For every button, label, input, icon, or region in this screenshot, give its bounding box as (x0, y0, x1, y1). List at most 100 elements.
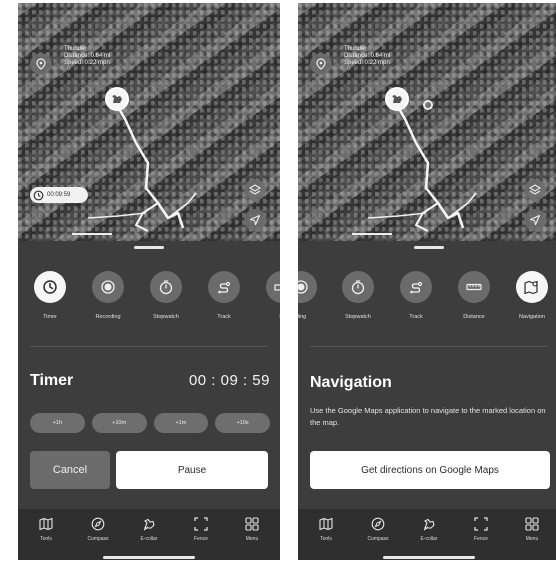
map-timer-text: 00:09:59 (47, 192, 71, 198)
tool-recording[interactable]: Recording (85, 271, 131, 320)
tool-distance[interactable]: Distance (451, 271, 497, 320)
map-timer-chip[interactable]: 00:09:59 (30, 187, 88, 203)
satellite-map[interactable]: Thunder Distance: 0.64 mi Speed: 0.22 mp… (18, 3, 280, 241)
bottom-navigation: Tools Compass E-collar Fence Menu (298, 509, 556, 560)
satellite-map[interactable]: Thunder Distance: 0.64 mi Speed: 0.22 mp… (298, 3, 556, 241)
section-title: Timer (30, 372, 74, 389)
track-icon (400, 271, 432, 303)
dog-distance: Distance: 0.64 mi (64, 53, 111, 59)
timer-countdown: 00 : 09 : 59 (188, 372, 270, 389)
map-scale-bar (72, 233, 112, 235)
sheet-drag-handle[interactable] (134, 246, 164, 249)
home-indicator (103, 556, 195, 559)
add-10m-button[interactable]: +10m (91, 413, 147, 433)
dog-speed: Speed: 0.22 mph (64, 60, 110, 66)
tool-track[interactable]: Track (201, 271, 247, 320)
ecollar-icon (141, 516, 157, 532)
home-indicator (383, 556, 475, 559)
timer-increment-buttons: +1h +10m +1m +10s (30, 413, 270, 433)
ecollar-icon (421, 516, 437, 532)
tool-label: Track (409, 314, 423, 320)
nav-menu[interactable]: Menu (512, 516, 552, 542)
phone-screen-timer: Thunder Distance: 0.64 mi Speed: 0.22 mp… (18, 3, 280, 560)
tool-timer[interactable]: Timer (27, 271, 73, 320)
ruler-icon (458, 271, 490, 303)
nav-tools[interactable]: Tools (306, 516, 346, 542)
pause-button[interactable]: Pause (116, 451, 268, 489)
tool-label: Recording (95, 314, 121, 320)
nav-fence[interactable]: Fence (181, 516, 221, 542)
nav-menu[interactable]: Menu (232, 516, 272, 542)
record-icon (298, 271, 317, 303)
tool-label: ding (298, 314, 307, 320)
target-location-marker[interactable] (423, 100, 433, 110)
dog-name: Thunder (64, 46, 87, 52)
record-icon (92, 271, 124, 303)
fence-icon (473, 516, 489, 532)
navigation-description: Use the Google Maps application to navig… (310, 406, 546, 427)
timer-icon (33, 190, 44, 200)
tool-navigation[interactable]: Navigation (509, 271, 555, 320)
tools-carousel[interactable]: Timer Recording Stopwatch Track (18, 271, 280, 333)
compass-icon (370, 516, 386, 532)
nav-compass[interactable]: Compass (78, 516, 118, 542)
sheet-drag-handle[interactable] (414, 246, 444, 249)
tool-label: Stopwatch (345, 314, 371, 320)
get-directions-button[interactable]: Get directions on Google Maps (310, 451, 550, 489)
tool-label: Navigation (519, 314, 545, 320)
tools-carousel[interactable]: ding Stopwatch Track Distance (298, 271, 556, 333)
map-icon (38, 516, 54, 532)
add-1m-button[interactable]: +1m (153, 413, 209, 433)
map-icon (318, 516, 334, 532)
stopwatch-icon (342, 271, 374, 303)
my-location-arrow-icon[interactable] (244, 209, 266, 231)
nav-label: Tools (320, 536, 332, 542)
tool-stopwatch[interactable]: Stopwatch (143, 271, 189, 320)
layers-icon[interactable] (524, 179, 546, 201)
grid-menu-icon (244, 516, 260, 532)
section-title: Navigation (310, 374, 392, 391)
dog-marker-icon[interactable] (105, 87, 129, 111)
nav-ecollar[interactable]: E-collar (409, 516, 449, 542)
nav-label: Compass (367, 536, 389, 542)
divider (310, 346, 548, 347)
map-pin-icon (516, 271, 548, 303)
nav-tools[interactable]: Tools (26, 516, 66, 542)
dog-info-overlay: Thunder Distance: 0.64 mi Speed: 0.22 mp… (64, 46, 110, 67)
nav-fence[interactable]: Fence (461, 516, 501, 542)
add-1h-button[interactable]: +1h (30, 413, 85, 433)
tool-distance-partial[interactable]: Di (259, 271, 280, 320)
fence-icon (193, 516, 209, 532)
tool-track[interactable]: Track (393, 271, 439, 320)
compass-icon (90, 516, 106, 532)
location-pin-icon[interactable] (310, 53, 332, 75)
track-path (367, 102, 477, 232)
nav-label: Menu (245, 536, 259, 542)
tool-label: Timer (43, 314, 57, 320)
nav-compass[interactable]: Compass (358, 516, 398, 542)
nav-ecollar[interactable]: E-collar (129, 516, 169, 542)
my-location-arrow-icon[interactable] (524, 209, 546, 231)
dog-marker-icon[interactable] (385, 87, 409, 111)
nav-label: Fence (474, 536, 488, 542)
tool-stopwatch[interactable]: Stopwatch (335, 271, 381, 320)
nav-label: E-collar (140, 536, 158, 542)
location-pin-icon[interactable] (30, 53, 52, 75)
map-scale-bar (352, 233, 392, 235)
bottom-navigation: Tools Compass E-collar Fence Menu (18, 509, 280, 560)
phone-screen-navigation: Thunder Distance: 0.64 mi Speed: 0.22 mp… (298, 3, 556, 560)
track-path (87, 102, 197, 232)
divider (30, 346, 268, 347)
bottom-sheet: ding Stopwatch Track Distance (298, 241, 556, 509)
tool-label: Stopwatch (153, 314, 179, 320)
dog-info-overlay: Thunder Distance: 0.64 mi Speed: 0.22 mp… (344, 46, 390, 67)
dog-name: Thunder (344, 46, 367, 52)
dog-speed: Speed: 0.22 mph (344, 60, 390, 66)
add-10s-button[interactable]: +10s (215, 413, 270, 433)
cancel-button[interactable]: Cancel (30, 451, 110, 489)
distance-icon (266, 271, 280, 303)
tool-label: Track (217, 314, 231, 320)
tool-recording-partial[interactable]: ding (298, 271, 324, 320)
nav-label: Menu (525, 536, 539, 542)
layers-icon[interactable] (244, 179, 266, 201)
